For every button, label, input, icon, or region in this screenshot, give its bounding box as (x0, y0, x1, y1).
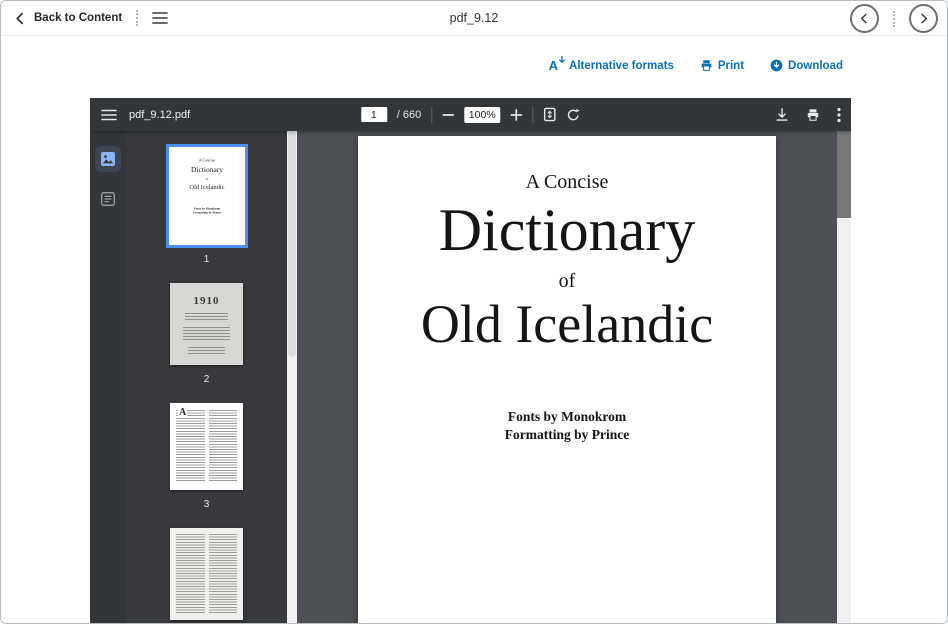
thumbnail-text-column (209, 410, 238, 483)
hamburger-icon (152, 11, 168, 25)
document-outline-icon (100, 191, 116, 207)
back-label: Back to Content (34, 12, 122, 24)
page-title-large: Dictionary (358, 196, 776, 265)
pdf-viewer: pdf_9.12.pdf / 660 100% (90, 98, 851, 623)
zoom-out-button[interactable] (442, 109, 454, 121)
page-thumbnail-1[interactable]: A Concise Dictionary of Old Icelandic Fo… (169, 147, 245, 245)
course-menu-button[interactable] (152, 11, 168, 25)
thumbnail-text-lines (183, 327, 230, 341)
thumbnail-text-column (209, 534, 238, 614)
sidebar-rail (90, 131, 126, 623)
thumb-connector: of (169, 177, 245, 181)
thumb-credit-2: Formatting by Prince (169, 212, 245, 216)
sidebar-scrollbar-thumb[interactable] (288, 131, 296, 357)
kebab-menu-icon (837, 107, 841, 123)
thumb-title-large: Dictionary (169, 166, 245, 175)
minus-icon (442, 109, 454, 121)
fit-page-button[interactable] (543, 107, 556, 122)
thumbnail-text-lines (185, 313, 227, 321)
pdf-toolbar-right (775, 107, 841, 123)
chevron-left-icon (859, 13, 870, 24)
next-item-button[interactable] (909, 4, 938, 33)
more-options-button[interactable] (837, 107, 841, 123)
arrow-down-icon (558, 56, 566, 65)
file-actions-row: A Alternative formats Print Download (90, 36, 851, 72)
printer-icon (700, 59, 713, 72)
pdf-page-1: A Concise Dictionary of Old Icelandic Fo… (358, 136, 776, 623)
zoom-in-button[interactable] (510, 109, 522, 121)
thumbnail-group-3: A 3 (170, 403, 243, 512)
thumb-year: 1910 (170, 295, 243, 307)
thumbnail-group-2: 1910 2 (170, 283, 243, 387)
credit-line-1: Fonts by Monokrom (358, 408, 776, 426)
thumbnail-group-4 (170, 528, 243, 620)
outline-panel-button[interactable] (95, 186, 121, 212)
alternative-formats-link[interactable]: A Alternative formats (549, 59, 674, 72)
plus-icon (510, 109, 522, 121)
thumbnail-text-lines (188, 347, 226, 356)
pdf-filename: pdf_9.12.pdf (129, 109, 190, 121)
sidebar-scrollbar[interactable] (287, 131, 297, 623)
download-circle-icon (770, 59, 783, 72)
page-thumbnail-3[interactable]: A (170, 403, 243, 490)
download-label: Download (788, 60, 843, 72)
top-bar: Back to Content pdf_9.12 (1, 1, 947, 36)
thumbnail-page-number: 3 (204, 498, 210, 512)
pdf-print-button[interactable] (806, 108, 820, 122)
back-to-content-button[interactable]: Back to Content (14, 12, 122, 25)
printer-icon (806, 108, 820, 122)
pdf-download-button[interactable] (775, 108, 789, 122)
chevron-right-icon (918, 13, 929, 24)
pdf-toolbar-left: pdf_9.12.pdf (90, 108, 190, 122)
chevron-left-icon (14, 12, 27, 25)
rotate-button[interactable] (566, 108, 580, 122)
thumb-subtitle: Old Icelandic (169, 183, 245, 190)
download-icon (775, 108, 789, 122)
page-thumbnail-2[interactable]: 1910 (170, 283, 243, 365)
page-connector: of (358, 269, 776, 293)
thumbnails-panel-button[interactable] (95, 146, 121, 172)
toolbar-divider (532, 107, 533, 123)
dotted-divider (136, 10, 138, 26)
page-credits: Fonts by Monokrom Formatting by Prince (358, 408, 776, 443)
thumbnail-group-1: A Concise Dictionary of Old Icelandic Fo… (169, 147, 245, 267)
thumbnail-1-preview: A Concise Dictionary of Old Icelandic Fo… (169, 147, 245, 245)
page-title-small: A Concise (358, 170, 776, 194)
pdf-toolbar: pdf_9.12.pdf / 660 100% (90, 98, 851, 131)
sidebar-toggle-button[interactable] (101, 108, 117, 122)
thumb-title-small: A Concise (169, 158, 245, 163)
credit-line-2: Formatting by Prince (358, 426, 776, 444)
document-scrollbar-thumb[interactable] (837, 131, 851, 218)
toolbar-divider (431, 107, 432, 123)
thumbnail-page-number: 1 (204, 253, 210, 267)
document-area: A Concise Dictionary of Old Icelandic Fo… (297, 131, 837, 623)
page-thumbnail-4[interactable] (170, 528, 243, 620)
fit-page-icon (543, 107, 556, 122)
rotate-icon (566, 108, 580, 122)
document-scrollbar[interactable] (837, 131, 851, 623)
thumb-dropcap: A (178, 408, 187, 418)
page-number-input[interactable] (361, 107, 387, 122)
hamburger-icon (101, 108, 117, 122)
thumbnail-text-column (176, 534, 205, 614)
top-bar-right (850, 1, 938, 36)
alternative-formats-icon: A (549, 59, 564, 72)
thumbnail-page-number: 2 (204, 373, 210, 387)
viewer-body: A Concise Dictionary of Old Icelandic Fo… (90, 131, 851, 623)
alternative-formats-label: Alternative formats (569, 60, 674, 72)
print-link[interactable]: Print (700, 59, 744, 72)
download-link[interactable]: Download (770, 59, 843, 72)
page-count-label: / 660 (397, 109, 421, 121)
dotted-divider (893, 11, 895, 27)
thumbnails-icon (100, 151, 116, 167)
page-subtitle-large: Old Icelandic (358, 293, 776, 355)
zoom-level: 100% (464, 107, 500, 123)
pdf-toolbar-center: / 660 100% (361, 107, 580, 123)
file-preview-window: Back to Content pdf_9.12 (0, 0, 948, 624)
print-label: Print (718, 60, 744, 72)
thumbnail-text-column (176, 410, 205, 483)
thumbnails-panel: A Concise Dictionary of Old Icelandic Fo… (126, 131, 287, 623)
top-bar-left: Back to Content (1, 10, 168, 26)
previous-item-button[interactable] (850, 4, 879, 33)
